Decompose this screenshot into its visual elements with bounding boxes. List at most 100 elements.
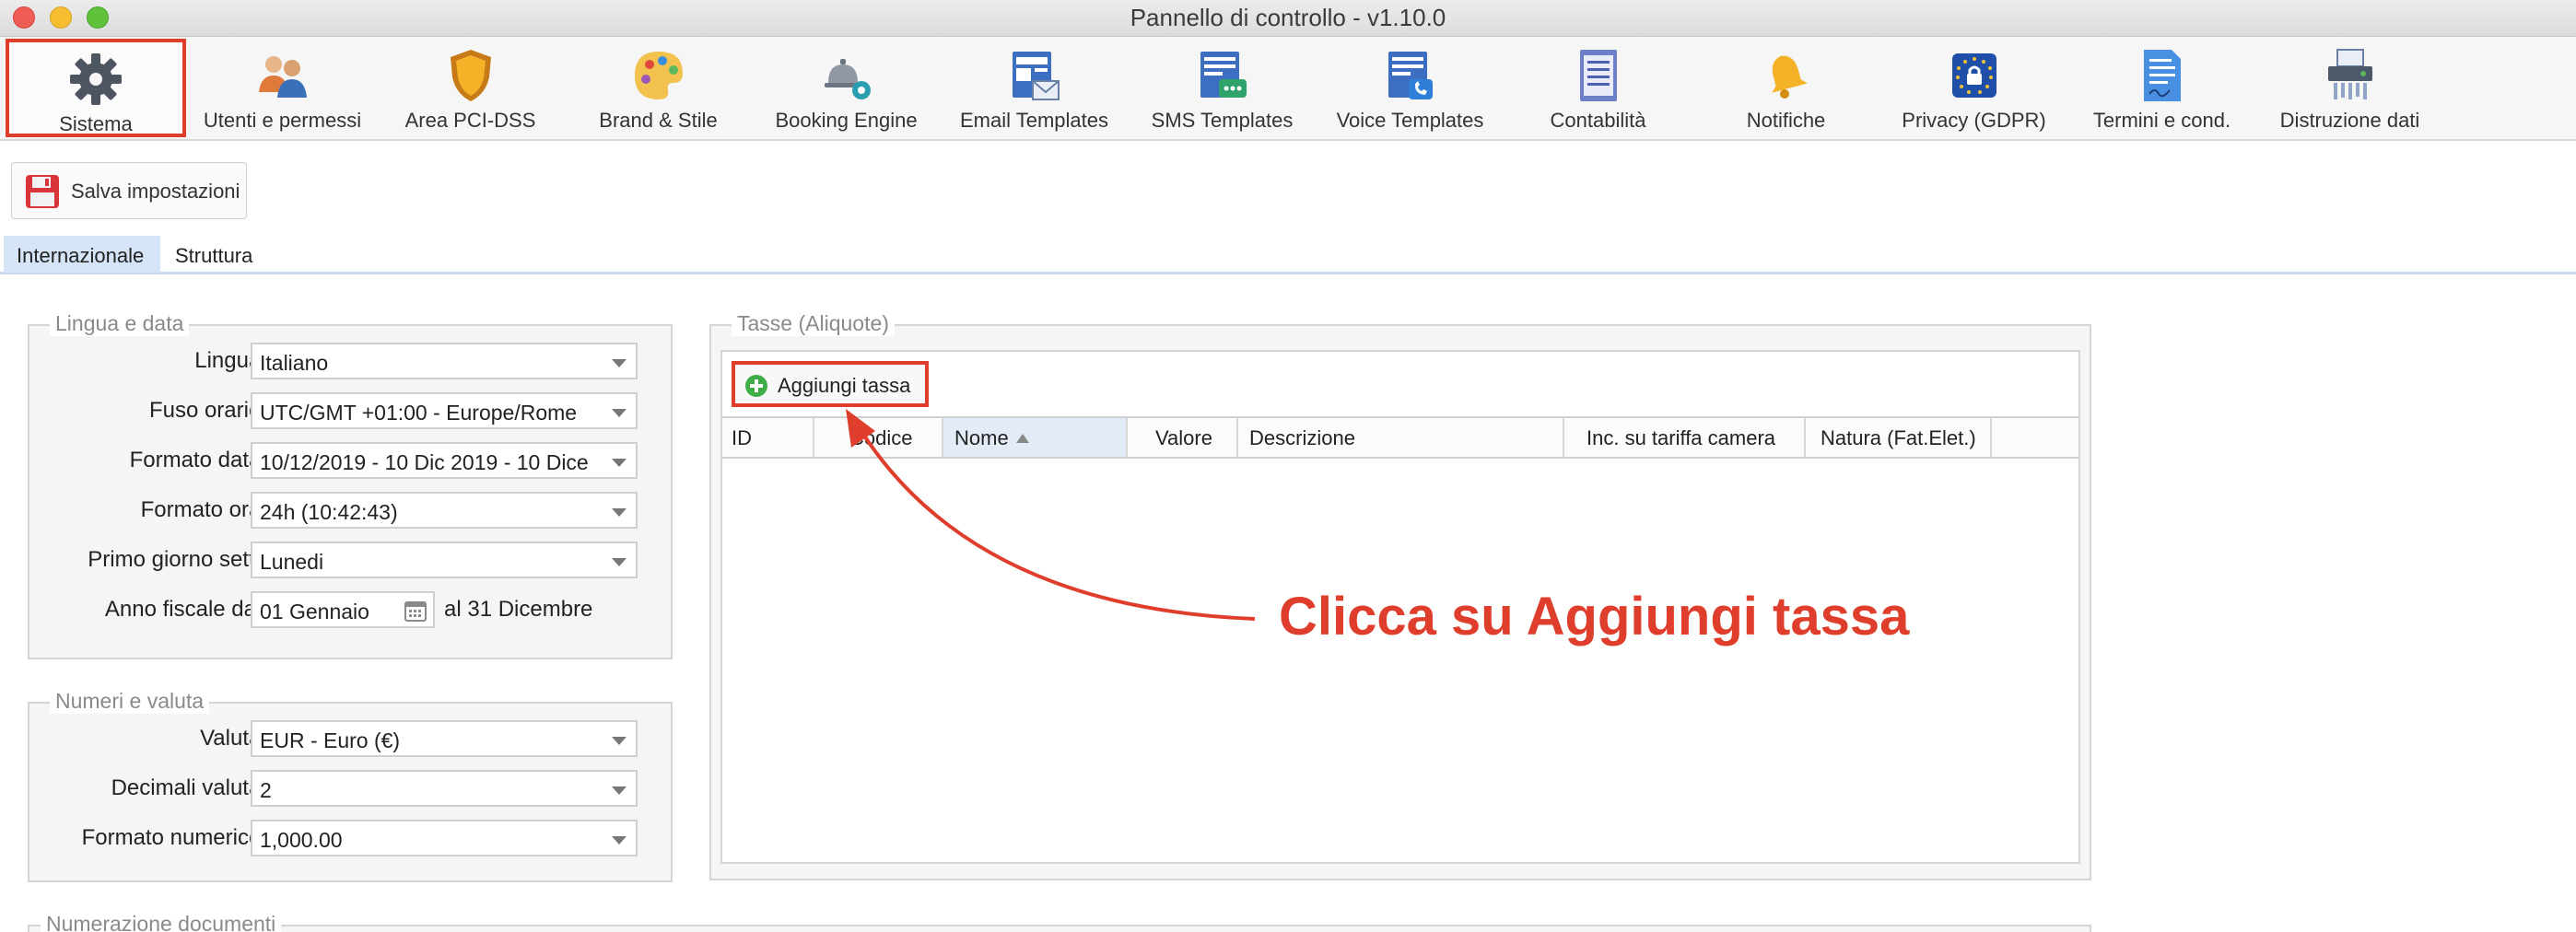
decimali-select[interactable]: 2 xyxy=(251,770,638,807)
chevron-down-icon xyxy=(612,508,626,517)
toolbar-item-label: Sistema xyxy=(59,112,133,135)
email-template-icon xyxy=(1012,52,1060,100)
chevron-down-icon xyxy=(612,836,626,845)
group-legend: Numerazione documenti xyxy=(41,912,282,932)
toolbar-item-label: SMS Templates xyxy=(1151,109,1294,132)
anno-fiscale-label: Anno fiscale dal: xyxy=(104,597,267,622)
formato-ora-select[interactable]: 24h (10:42:43) xyxy=(251,492,638,529)
toolbar-item-label: Booking Engine xyxy=(775,109,918,132)
column-header-valore[interactable]: Valore xyxy=(1128,418,1238,457)
anno-fiscale-end-text: al 31 Dicembre xyxy=(444,597,593,622)
toolbar-item-label: Email Templates xyxy=(960,109,1108,132)
toolbar-item-label: Distruzione dati xyxy=(2279,109,2420,132)
tab-struttura[interactable]: Struttura xyxy=(160,236,280,273)
chevron-down-icon xyxy=(612,737,626,745)
toolbar-item-label: Area PCI-DSS xyxy=(404,109,536,132)
toolbar-item-sistema[interactable]: Sistema xyxy=(6,39,186,137)
formato-ora-value: 24h (10:42:43) xyxy=(260,500,398,524)
fuso-orario-select[interactable]: UTC/GMT +01:00 - Europe/Rome xyxy=(251,392,638,429)
chevron-down-icon xyxy=(612,558,626,566)
add-tax-label: Aggiungi tassa xyxy=(778,374,911,397)
group-legend: Numeri e valuta xyxy=(50,689,210,714)
column-header-nome[interactable]: Nome xyxy=(943,418,1128,457)
shield-icon xyxy=(450,50,491,101)
voice-template-icon xyxy=(1388,52,1433,99)
formato-ora-label: Formato ora: xyxy=(140,497,267,522)
lingua-value: Italiano xyxy=(260,351,329,375)
column-header-natura[interactable]: Natura (Fat.Elet.) xyxy=(1806,418,1992,457)
toolbar-item-notifiche[interactable]: Notifiche xyxy=(1692,37,1880,141)
primo-giorno-select[interactable]: Lunedi xyxy=(251,542,638,578)
toolbar-item-voice-templates[interactable]: Voice Templates xyxy=(1316,37,1505,141)
formato-data-value: 10/12/2019 - 10 Dic 2019 - 10 Dice xyxy=(260,450,589,474)
group-numerazione-documenti: Numerazione documenti xyxy=(28,912,2091,932)
save-settings-label: Salva impostazioni xyxy=(71,180,240,203)
lingua-select[interactable]: Italiano xyxy=(251,343,638,379)
toolbar-item-sms-templates[interactable]: SMS Templates xyxy=(1128,37,1317,141)
decimali-label: Decimali valuta: xyxy=(111,775,267,800)
tax-table-header: ID Codice Nome Valore Descrizione Inc. s… xyxy=(722,416,2078,459)
floppy-disk-icon xyxy=(26,175,59,208)
group-legend: Lingua e data xyxy=(50,311,190,336)
toolbar-item-label: Notifiche xyxy=(1746,109,1826,132)
palette-icon xyxy=(634,52,683,99)
column-header-descrizione[interactable]: Descrizione xyxy=(1238,418,1564,457)
toolbar-item-contabilita[interactable]: Contabilità xyxy=(1504,37,1692,141)
toolbar-item-termini[interactable]: Termini e cond. xyxy=(2067,37,2256,141)
primo-giorno-label: Primo giorno sett.: xyxy=(88,547,267,572)
tab-internazionale[interactable]: Internazionale xyxy=(4,236,160,273)
toolbar-item-label: Contabilità xyxy=(1550,109,1646,132)
toolbar-item-brand[interactable]: Brand & Stile xyxy=(564,37,753,141)
gear-icon xyxy=(70,53,122,105)
calendar-icon[interactable] xyxy=(404,599,427,623)
save-settings-button[interactable]: Salva impostazioni xyxy=(11,162,247,219)
decimali-value: 2 xyxy=(260,778,272,802)
chevron-down-icon xyxy=(612,786,626,795)
title-bar: Pannello di controllo - v1.10.0 xyxy=(0,0,2576,37)
gdpr-lock-icon xyxy=(1951,53,1996,98)
chevron-down-icon xyxy=(612,409,626,417)
toolbar-item-label: Privacy (GDPR) xyxy=(1902,109,2046,132)
annotation-text: Clicca su Aggiungi tassa xyxy=(1279,587,1910,647)
add-tax-button[interactable]: Aggiungi tassa xyxy=(732,361,929,407)
users-icon xyxy=(258,56,307,98)
chevron-down-icon xyxy=(612,359,626,367)
column-header-codice[interactable]: Codice xyxy=(814,418,943,457)
bell-icon xyxy=(1771,55,1808,99)
window-title: Pannello di controllo - v1.10.0 xyxy=(1130,4,1446,31)
sort-ascending-icon xyxy=(1015,434,1029,443)
formato-numerico-label: Formato numerico: xyxy=(81,825,267,850)
toolbar-item-privacy[interactable]: Privacy (GDPR) xyxy=(1879,37,2068,141)
toolbar-item-label: Utenti e permessi xyxy=(203,109,362,132)
group-numeri-valuta: Numeri e valuta Valuta: EUR - Euro (€) D… xyxy=(28,689,673,882)
toolbar-item-label: Brand & Stile xyxy=(599,109,718,132)
ledger-icon xyxy=(1579,50,1617,101)
toolbar-item-label: Termini e cond. xyxy=(2092,109,2231,132)
formato-data-label: Formato data: xyxy=(129,448,267,472)
toolbar-item-distruzione[interactable]: Distruzione dati xyxy=(2255,37,2444,141)
valuta-value: EUR - Euro (€) xyxy=(260,728,401,752)
toolbar-item-label: Voice Templates xyxy=(1336,109,1484,132)
formato-numerico-value: 1,000.00 xyxy=(260,828,343,852)
toolbar-item-email-templates[interactable]: Email Templates xyxy=(940,37,1129,141)
shredder-icon xyxy=(2327,49,2372,99)
anno-fiscale-date-input[interactable]: 01 Gennaio xyxy=(251,591,435,628)
group-legend: Tasse (Aliquote) xyxy=(732,311,895,336)
fuso-orario-label: Fuso orario: xyxy=(148,398,267,423)
plus-circle-icon xyxy=(745,375,767,397)
toolbar-item-utenti[interactable]: Utenti e permessi xyxy=(188,37,377,141)
chevron-down-icon xyxy=(612,459,626,467)
toolbar-item-booking[interactable]: Booking Engine xyxy=(752,37,941,141)
toolbar-item-pci-dss[interactable]: Area PCI-DSS xyxy=(376,37,565,141)
valuta-select[interactable]: EUR - Euro (€) xyxy=(251,720,638,757)
fuso-orario-value: UTC/GMT +01:00 - Europe/Rome xyxy=(260,401,578,425)
group-lingua-data: Lingua e data Lingua: Italiano Fuso orar… xyxy=(28,311,673,659)
settings-tabs: Internazionale Struttura xyxy=(0,236,2576,274)
primo-giorno-value: Lunedi xyxy=(260,550,324,574)
column-header-inc-tariffa[interactable]: Inc. su tariffa camera xyxy=(1564,418,1806,457)
main-toolbar: Sistema Utenti e permessi Area PCI-DSS B… xyxy=(0,37,2576,141)
formato-data-select[interactable]: 10/12/2019 - 10 Dic 2019 - 10 Dice xyxy=(251,442,638,479)
column-header-id[interactable]: ID xyxy=(722,418,814,457)
sms-template-icon xyxy=(1200,52,1247,98)
formato-numerico-select[interactable]: 1,000.00 xyxy=(251,820,638,856)
